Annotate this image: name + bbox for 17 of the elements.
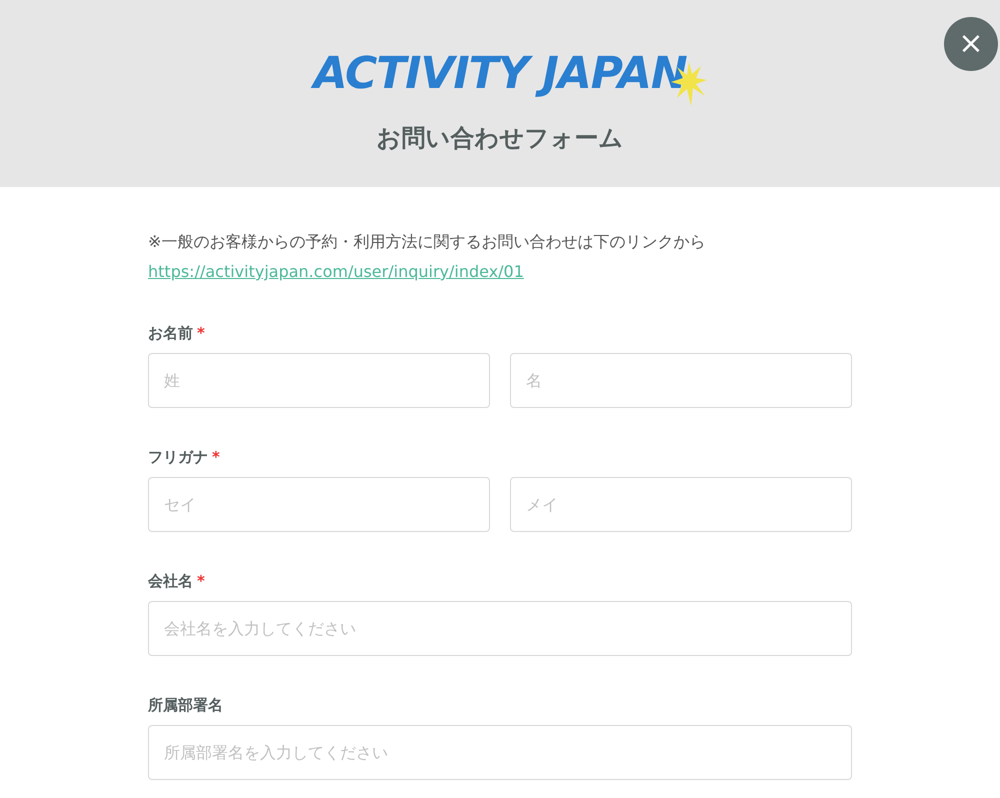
field-label: フリガナ bbox=[148, 446, 208, 468]
input-field[interactable]: 名 bbox=[510, 353, 852, 408]
notice-text: ※一般のお客様からの予約・利用方法に関するお問い合わせは下のリンクから bbox=[148, 231, 706, 253]
input-field[interactable]: 所属部署名を入力してください bbox=[148, 725, 852, 780]
input-field[interactable]: セイ bbox=[148, 477, 490, 532]
required-mark: * bbox=[197, 322, 205, 344]
close-button[interactable]: × bbox=[944, 17, 998, 71]
field-label: 会社名 bbox=[148, 570, 193, 592]
field-label: 所属部署名 bbox=[148, 694, 223, 716]
required-mark: * bbox=[197, 570, 205, 592]
required-mark: * bbox=[212, 446, 220, 468]
input-field[interactable]: メイ bbox=[510, 477, 852, 532]
logo: ACTIVITY JAPAN bbox=[313, 44, 687, 104]
field-label: お名前 bbox=[148, 322, 193, 344]
input-field[interactable]: 会社名を入力してください bbox=[148, 601, 852, 656]
input-field[interactable]: 姓 bbox=[148, 353, 490, 408]
form-title: お問い合わせフォーム bbox=[376, 123, 624, 154]
